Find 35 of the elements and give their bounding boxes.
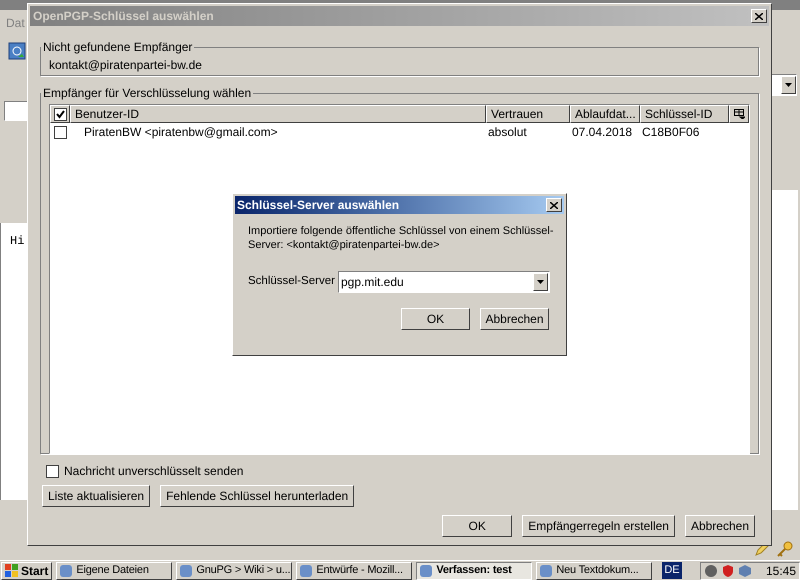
dialog-button[interactable]: OK xyxy=(442,515,512,537)
checkbox-label[interactable]: Nachricht unverschlüsselt senden xyxy=(64,462,244,480)
language-indicator[interactable]: DE xyxy=(662,562,682,579)
window-title: OpenPGP-Schlüssel auswählen xyxy=(33,8,214,25)
taskbar-button[interactable]: GnuPG > Wiki > u... xyxy=(176,562,292,580)
body-text: Hi xyxy=(10,234,24,248)
group-label: Nicht gefundene Empfänger xyxy=(42,39,194,56)
message-text: Importiere folgende öffentliche Schlüssel von einem Schlüssel-Server: <kontakt@piratenpartei-bw.de> xyxy=(248,224,555,252)
start-button[interactable]: Start xyxy=(1,562,52,580)
taskbar-button[interactable]: Eigene Dateien xyxy=(56,562,172,580)
column-header[interactable]: Ablaufdat... xyxy=(570,105,640,123)
server-input[interactable]: pgp.mit.edu xyxy=(339,273,533,291)
table-cell-text: C18B0F06 xyxy=(641,124,700,141)
server-combo-box[interactable]: pgp.mit.edu xyxy=(338,271,550,293)
column-header[interactable]: Schlüssel-ID xyxy=(640,105,729,123)
taskbar-button[interactable]: Verfassen: test xyxy=(416,562,532,580)
table-cell-text: absolut xyxy=(487,124,528,141)
field-label: Schlüssel-Server xyxy=(248,274,336,290)
address-text: kontakt@piratenpartei-bw.de xyxy=(49,58,202,72)
dialog-button[interactable]: Empfängerregeln erstellen xyxy=(522,515,675,537)
table-cell-text: 07.04.2018 xyxy=(571,124,634,141)
clock: 15:45 xyxy=(766,562,796,580)
table-cell-text: PiratenBW <piratenbw@gmail.com> xyxy=(83,124,279,141)
taskbar-button[interactable]: Neu Textdokum... xyxy=(536,562,652,580)
key-row[interactable]: PiratenBW <piratenbw@gmail.com> absolut 07.04.2018 C18B0F06 xyxy=(50,123,749,141)
dialog-button[interactable]: OK xyxy=(401,308,470,330)
dialog-button[interactable]: Liste aktualisieren xyxy=(42,485,150,507)
dialog-button[interactable]: Abbrechen xyxy=(684,515,755,537)
dialog-button[interactable]: Abbrechen xyxy=(480,308,549,330)
window-title: Schlüssel-Server auswählen xyxy=(237,197,400,214)
taskbar-button[interactable]: Entwürfe - Mozill... xyxy=(296,562,412,580)
column-header[interactable]: Benutzer-ID xyxy=(70,105,486,123)
column-header[interactable]: Vertrauen xyxy=(486,105,570,123)
dialog-button[interactable]: Fehlende Schlüssel herunterladen xyxy=(160,485,354,507)
group-label: Empfänger für Verschlüsselung wählen xyxy=(42,85,252,102)
